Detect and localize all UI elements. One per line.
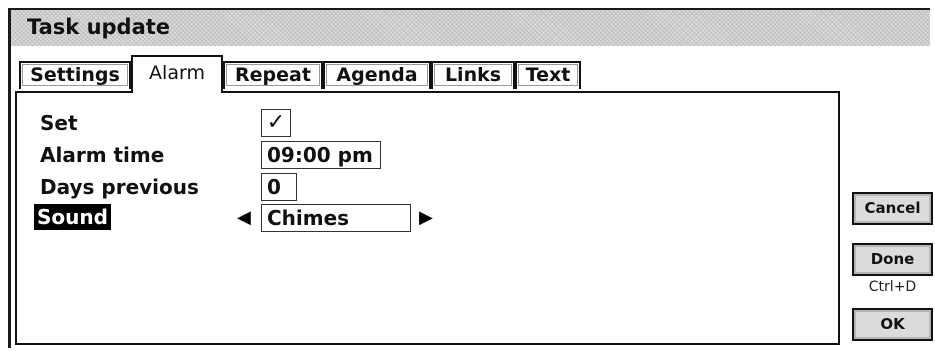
sound-label: Sound bbox=[34, 204, 111, 230]
dialog-title: Task update bbox=[27, 15, 171, 39]
set-label: Set bbox=[40, 111, 78, 135]
arrow-right-icon[interactable]: ▶ bbox=[419, 205, 433, 231]
task-update-dialog: Task update Settings Alarm Repeat Agenda… bbox=[8, 8, 933, 348]
sound-selector[interactable]: Chimes bbox=[261, 204, 411, 232]
days-previous-field[interactable]: 0 bbox=[261, 173, 297, 201]
alarm-panel: Set ✓ Alarm time 09:00 pm Days previous … bbox=[15, 91, 840, 345]
done-shortcut-hint: Ctrl+D bbox=[868, 279, 917, 295]
tab-agenda[interactable]: Agenda bbox=[323, 61, 431, 89]
checkmark-icon: ✓ bbox=[266, 110, 286, 135]
alarm-time-label: Alarm time bbox=[40, 143, 165, 167]
cancel-button[interactable]: Cancel bbox=[852, 192, 933, 225]
arrow-left-icon[interactable]: ◀ bbox=[237, 205, 251, 231]
tab-alarm[interactable]: Alarm bbox=[131, 55, 223, 93]
title-bar: Task update bbox=[11, 10, 930, 46]
tab-links[interactable]: Links bbox=[431, 61, 515, 89]
tab-text[interactable]: Text bbox=[515, 61, 581, 89]
days-previous-label: Days previous bbox=[40, 175, 199, 199]
tab-settings[interactable]: Settings bbox=[19, 61, 131, 89]
done-button[interactable]: Done bbox=[852, 243, 933, 276]
set-checkbox[interactable]: ✓ bbox=[261, 109, 291, 137]
tab-repeat[interactable]: Repeat bbox=[223, 61, 323, 89]
ok-button[interactable]: OK bbox=[852, 308, 933, 341]
alarm-time-field[interactable]: 09:00 pm bbox=[261, 141, 381, 169]
